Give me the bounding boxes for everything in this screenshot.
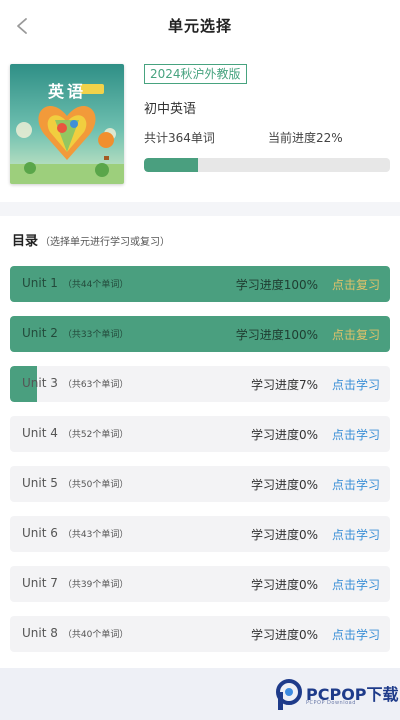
unit-label: Unit 4 （共52个单词） — [22, 426, 128, 440]
unit-name: Unit 7 — [22, 576, 58, 590]
unit-word-count: （共40个单词） — [62, 630, 129, 640]
learn-link[interactable]: 点击学习 — [332, 626, 380, 643]
unit-label: Unit 1 （共44个单词） — [22, 276, 128, 290]
cover-title: 英语 — [47, 82, 86, 101]
unit-row-8[interactable]: Unit 8 （共40个单词） 学习进度0% 点击学习 — [10, 616, 390, 652]
unit-label: Unit 7 （共39个单词） — [22, 576, 128, 590]
learn-link[interactable]: 点击学习 — [332, 376, 380, 393]
learn-link[interactable]: 点击学习 — [332, 576, 380, 593]
pcpop-logo-icon — [276, 679, 302, 710]
unit-name: Unit 2 — [22, 326, 58, 340]
unit-word-count: （共33个单词） — [62, 330, 129, 340]
unit-progress-text: 学习进度100% — [235, 278, 318, 292]
toc-title: 目录 — [12, 234, 39, 249]
book-cover-image: 英语 — [10, 64, 124, 184]
toc-heading: 目录 （选择单元进行学习或复习） — [12, 230, 170, 249]
review-link[interactable]: 点击复习 — [332, 326, 380, 343]
watermark-subtext: PCPOP Download — [306, 700, 356, 706]
book-info-card: 英语 2024秋沪外教版 初中英语 共计364单词 当前进度22% — [0, 52, 400, 202]
unit-label: Unit 3 （共63个单词） — [22, 376, 128, 390]
unit-word-count: （共52个单词） — [62, 430, 129, 440]
header-bar: 单元选择 — [0, 0, 400, 52]
unit-row-3[interactable]: Unit 3 （共63个单词） 学习进度7% 点击学习 — [10, 366, 390, 402]
total-words-label: 共计364单词 — [144, 131, 215, 145]
unit-word-count: （共43个单词） — [62, 530, 129, 540]
unit-name: Unit 4 — [22, 426, 58, 440]
unit-label: Unit 2 （共33个单词） — [22, 326, 128, 340]
unit-progress-text: 学习进度0% — [250, 428, 318, 442]
unit-label: Unit 6 （共43个单词） — [22, 526, 128, 540]
book-progress-bar — [144, 158, 390, 172]
unit-name: Unit 8 — [22, 626, 58, 640]
unit-name: Unit 6 — [22, 526, 58, 540]
unit-row-7[interactable]: Unit 7 （共39个单词） 学习进度0% 点击学习 — [10, 566, 390, 602]
unit-label: Unit 5 （共50个单词） — [22, 476, 128, 490]
footer-area: PCPOP下载 PCPOP Download — [0, 668, 400, 720]
page-title: 单元选择 — [167, 17, 232, 35]
toc-subtitle: （选择单元进行学习或复习） — [40, 237, 171, 248]
unit-row-4[interactable]: Unit 4 （共52个单词） 学习进度0% 点击学习 — [10, 416, 390, 452]
book-name: 初中英语 — [144, 102, 197, 117]
review-link[interactable]: 点击复习 — [332, 276, 380, 293]
unit-row-6[interactable]: Unit 6 （共43个单词） 学习进度0% 点击学习 — [10, 516, 390, 552]
unit-progress-text: 学习进度0% — [250, 578, 318, 592]
edition-badge: 2024秋沪外教版 — [144, 64, 247, 84]
unit-word-count: （共39个单词） — [62, 580, 129, 590]
unit-row-1[interactable]: Unit 1 （共44个单词） 学习进度100% 点击复习 — [10, 266, 390, 302]
watermark-logo: PCPOP下载 PCPOP Download — [276, 678, 399, 712]
learn-link[interactable]: 点击学习 — [332, 526, 380, 543]
unit-row-2[interactable]: Unit 2 （共33个单词） 学习进度100% 点击复习 — [10, 316, 390, 352]
unit-progress-text: 学习进度0% — [250, 528, 318, 542]
unit-word-count: （共50个单词） — [62, 480, 129, 490]
unit-list-section: 目录 （选择单元进行学习或复习） Unit 1 （共44个单词） 学习进度100% … — [0, 216, 400, 668]
unit-word-count: （共63个单词） — [62, 380, 129, 390]
unit-name: Unit 3 — [22, 376, 58, 390]
unit-name: Unit 5 — [22, 476, 58, 490]
unit-progress-text: 学习进度7% — [250, 378, 318, 392]
unit-name: Unit 1 — [22, 276, 58, 290]
unit-label: Unit 8 （共40个单词） — [22, 626, 128, 640]
unit-progress-text: 学习进度0% — [250, 628, 318, 642]
unit-progress-text: 学习进度100% — [235, 328, 318, 342]
unit-progress-text: 学习进度0% — [250, 478, 318, 492]
book-progress-fill — [144, 158, 199, 172]
learn-link[interactable]: 点击学习 — [332, 476, 380, 493]
learn-link[interactable]: 点击学习 — [332, 426, 380, 443]
unit-row-5[interactable]: Unit 5 （共50个单词） 学习进度0% 点击学习 — [10, 466, 390, 502]
unit-word-count: （共44个单词） — [62, 280, 129, 290]
current-progress-label: 当前进度22% — [268, 131, 343, 145]
